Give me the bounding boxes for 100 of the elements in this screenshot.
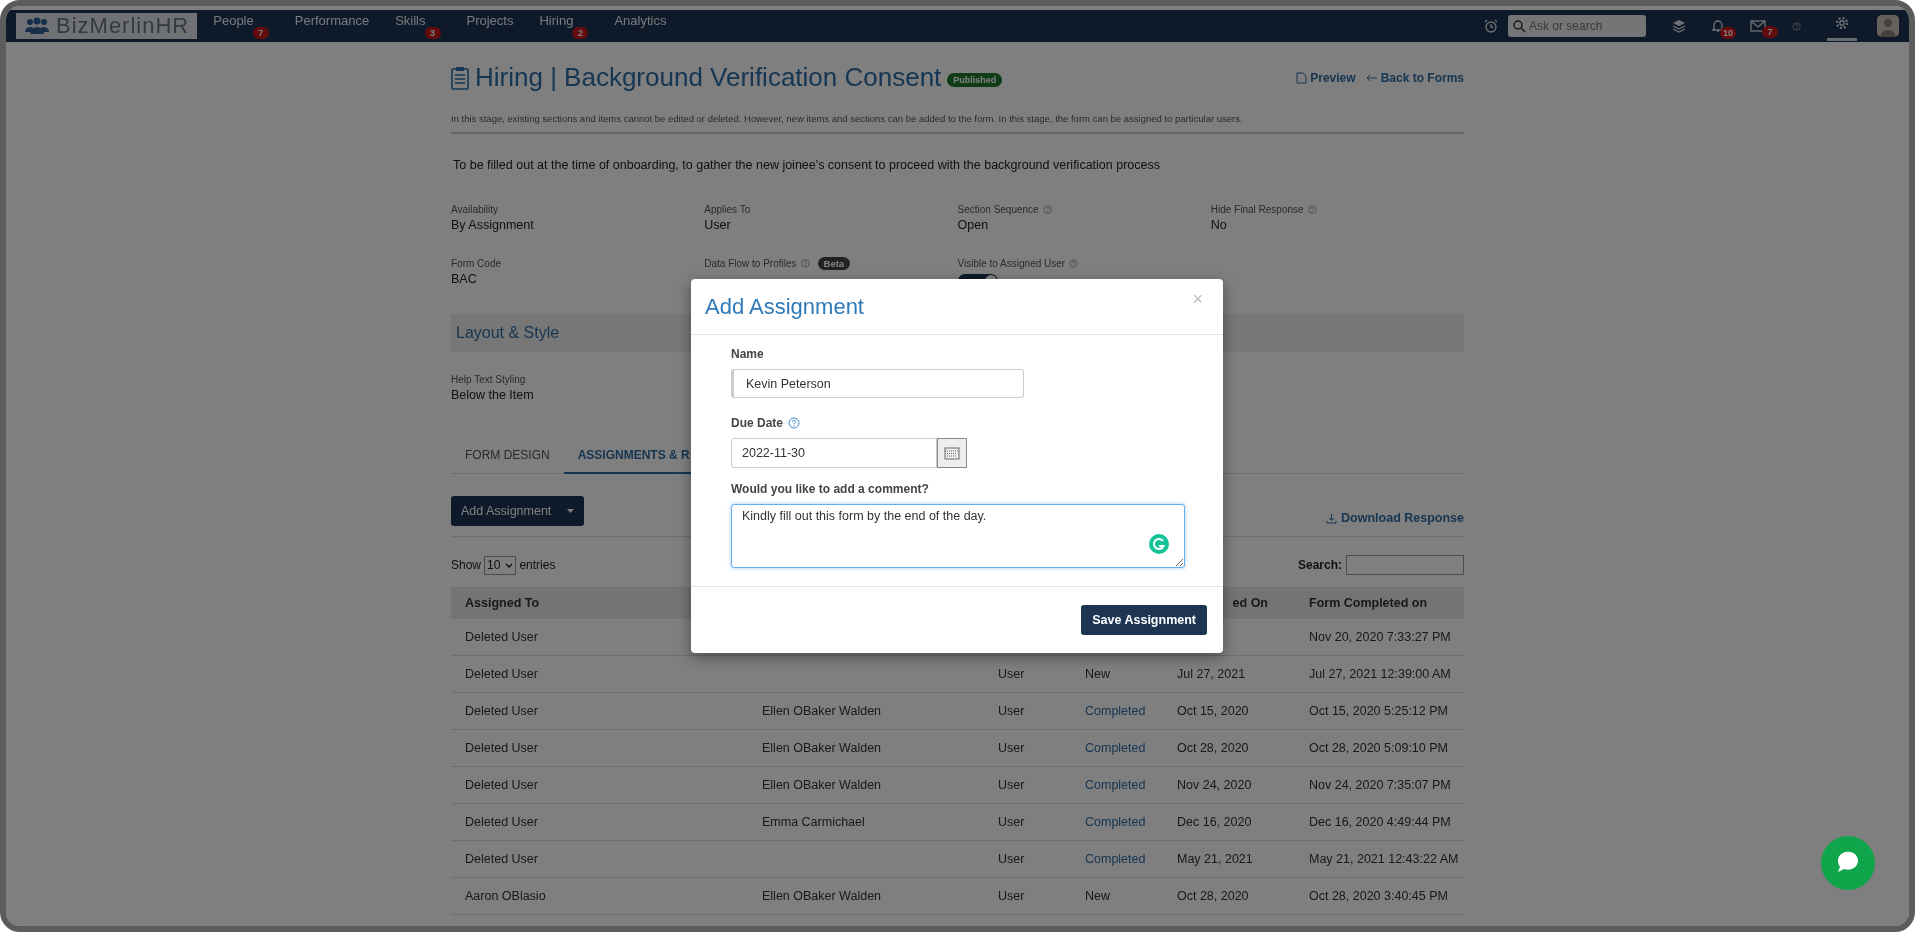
avatar[interactable] xyxy=(1877,15,1899,37)
form-description: To be filled out at the time of onboarding, to gather the new joinee's consent to proceed with the background verification process xyxy=(453,158,1161,172)
table-cell-text: Oct 28, 2020 xyxy=(1176,741,1250,755)
field-value: BAC xyxy=(451,272,478,288)
field-value: No xyxy=(1210,218,1228,234)
table-cell-text: Emma Carmichael xyxy=(761,815,866,829)
back-link[interactable]: Back to Forms xyxy=(1365,70,1464,85)
count-badge: 7 xyxy=(252,27,269,39)
nav-item[interactable]: Analytics xyxy=(614,13,667,28)
bell-icon[interactable] xyxy=(1712,19,1724,33)
name-field[interactable]: Kevin Peterson xyxy=(731,369,1024,398)
table-cell-text: Oct 28, 2020 5:09:10 PM xyxy=(1308,741,1449,755)
field-label: Applies To xyxy=(704,203,751,215)
search-label: Search: xyxy=(1297,558,1342,572)
nav-item[interactable]: Hiring xyxy=(539,13,574,28)
save-assignment-button[interactable]: Save Assignment xyxy=(1081,605,1207,635)
logo[interactable]: BizMerlinHR xyxy=(16,13,198,39)
status-badge: Published xyxy=(947,72,1003,87)
status-label[interactable]: Completed xyxy=(1071,778,1163,792)
status-label[interactable]: Completed xyxy=(1071,741,1163,755)
search-icon xyxy=(1513,20,1526,33)
count-badge: 3 xyxy=(424,27,441,39)
help-icon[interactable] xyxy=(1042,204,1052,214)
chevron-down-icon xyxy=(505,562,514,568)
table-cell-text: Oct 28, 2020 3:40:45 PM xyxy=(1308,889,1449,903)
field-value: Open xyxy=(957,218,990,234)
field-label: Due Date xyxy=(731,416,783,430)
help-icon[interactable] xyxy=(800,258,810,268)
layers-icon[interactable] xyxy=(1672,19,1686,33)
field-label: Data Flow to Profiles xyxy=(704,257,797,269)
table-search-field[interactable] xyxy=(1346,555,1464,575)
table-cell-text: Ellen OBaker Walden xyxy=(761,778,883,792)
preview-link[interactable]: Preview xyxy=(1296,70,1356,85)
nav-item[interactable]: Skills xyxy=(395,13,426,28)
status-label[interactable]: Completed xyxy=(1071,704,1163,718)
logo-text: BizMerlinHR xyxy=(56,13,190,39)
arrow-left-icon xyxy=(1365,73,1378,82)
people-icon xyxy=(24,17,50,35)
table-cell-text: Nov 24, 2020 7:35:07 PM xyxy=(1308,778,1452,792)
calendar-button[interactable] xyxy=(937,438,967,468)
clipboard-icon xyxy=(451,65,469,90)
entries-label: entries xyxy=(519,558,556,572)
help-icon[interactable] xyxy=(1792,21,1801,31)
field-label: Availability xyxy=(451,203,499,215)
status-label[interactable]: New xyxy=(1071,667,1163,681)
table-cell-text: User xyxy=(997,815,1026,829)
help-icon[interactable] xyxy=(1307,204,1317,214)
calendar-icon xyxy=(944,446,960,460)
show-label: Show xyxy=(451,558,482,572)
comment-field[interactable]: Kindly fill out this form by the end of the day. xyxy=(731,504,1185,568)
field-label: Hide Final Response xyxy=(1210,203,1304,215)
table-cell-text: Jul 27, 2021 xyxy=(1176,667,1247,681)
table-cell-text: Ellen OBaker Walden xyxy=(761,889,883,903)
caret-icon xyxy=(567,509,575,513)
table-cell-text: Dec 16, 2020 xyxy=(1176,815,1253,829)
field-label: Form Code xyxy=(451,257,501,269)
table-cell-text: Nov 20, 2020 7:33:27 PM xyxy=(1308,630,1452,644)
table-cell-text: Deleted User xyxy=(464,852,539,866)
count-badge: 7 xyxy=(1762,26,1778,38)
chat-icon[interactable] xyxy=(1821,836,1875,890)
nav-item[interactable]: Performance xyxy=(294,13,370,28)
nav-item[interactable]: Projects xyxy=(466,13,514,28)
grammar-assistant-icon[interactable] xyxy=(1149,534,1169,554)
alarm-clock-icon[interactable] xyxy=(1484,19,1498,33)
download-link[interactable]: Download Response xyxy=(1326,511,1464,525)
settings-icon[interactable] xyxy=(1835,15,1849,30)
status-label[interactable]: Completed xyxy=(1071,815,1163,829)
mail-icon[interactable] xyxy=(1750,20,1766,32)
table-cell-text: User xyxy=(997,778,1026,792)
tab[interactable]: FORM DESIGN xyxy=(451,438,564,474)
count-badge: 10 xyxy=(1720,27,1736,39)
table-cell-text: Deleted User xyxy=(464,630,539,644)
close-button[interactable]: × xyxy=(1186,288,1209,311)
table-cell-text: User xyxy=(997,852,1026,866)
table-cell-text: Oct 15, 2020 5:25:12 PM xyxy=(1308,704,1449,718)
field-label: Visible to Assigned User xyxy=(957,257,1066,269)
help-icon[interactable] xyxy=(1069,258,1079,268)
nav-item[interactable]: People xyxy=(213,13,254,28)
table-cell-text: May 21, 2021 xyxy=(1176,852,1254,866)
add-assignment-button[interactable]: Add Assignment xyxy=(451,496,585,526)
date-field[interactable]: 2022-11-30 xyxy=(731,438,937,468)
table-cell-text: Deleted User xyxy=(464,741,539,755)
download-icon xyxy=(1326,512,1338,524)
field-label: Help Text Styling xyxy=(451,373,526,385)
search-field[interactable]: Ask or search xyxy=(1508,15,1646,37)
table-cell-text: Oct 15, 2020 xyxy=(1176,704,1250,718)
entries-dropdown[interactable]: 10 xyxy=(484,555,517,575)
table-cell-text: Oct 28, 2020 xyxy=(1176,889,1250,903)
table-cell-text: Deleted User xyxy=(464,815,539,829)
table-cell-text: Aaron OBlasio xyxy=(464,889,547,903)
field-value: User xyxy=(704,218,732,234)
table-cell-text: Jul 27, 2021 12:39:00 AM xyxy=(1308,667,1452,681)
help-icon[interactable] xyxy=(788,417,800,429)
column-header[interactable]: Form Completed on xyxy=(1295,596,1464,610)
beta-badge: Beta xyxy=(817,256,851,270)
status-label[interactable]: Completed xyxy=(1071,852,1163,866)
table-cell-text: May 21, 2021 12:43:22 AM xyxy=(1308,852,1460,866)
status-label[interactable]: New xyxy=(1071,889,1163,903)
field-value: Below the Item xyxy=(451,388,535,404)
field-value: By Assignment xyxy=(451,218,535,234)
